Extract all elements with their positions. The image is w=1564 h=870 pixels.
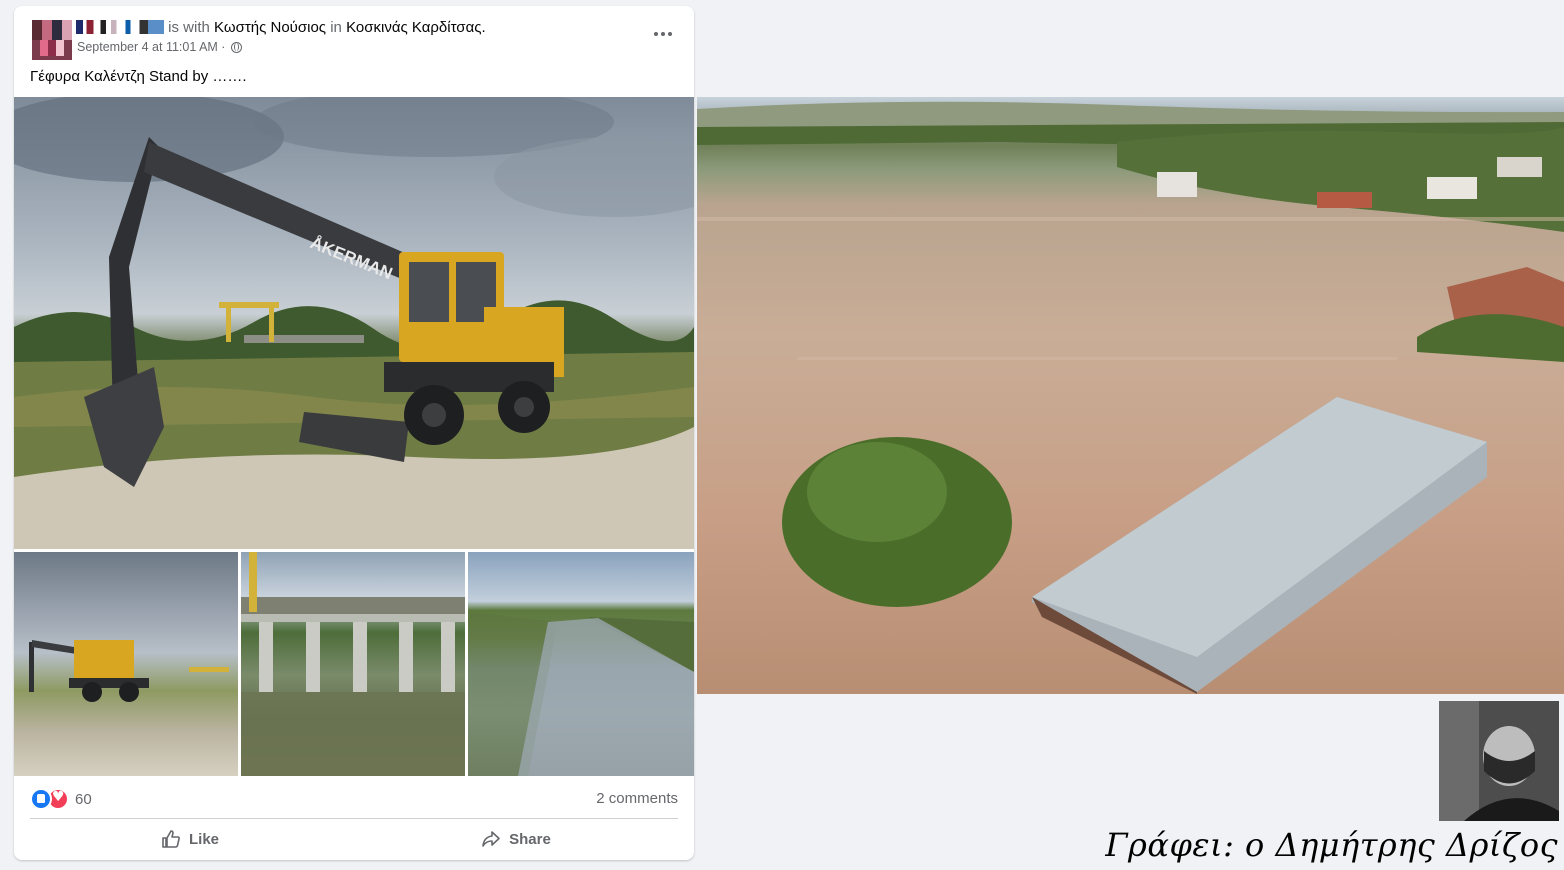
- author-portrait: [1439, 701, 1559, 821]
- dot: [668, 32, 672, 36]
- like-button[interactable]: Like: [30, 822, 350, 856]
- bridge-sluice-photo[interactable]: [241, 552, 465, 776]
- excavator-main-photo[interactable]: ÅKERMAN: [14, 97, 694, 549]
- post-text: Γέφυρα Καλέντζη Stand by …….: [30, 68, 247, 85]
- reactions-summary[interactable]: 60: [30, 788, 92, 810]
- excavator-thumb-illustration: [29, 640, 229, 702]
- author-name-pixelated[interactable]: [76, 20, 164, 34]
- excavator-thumb-photo[interactable]: [14, 552, 238, 776]
- like-icon: [30, 788, 52, 810]
- post-timestamp[interactable]: September 4 at 11:01 AM ·: [77, 40, 225, 54]
- share-arrow-icon: [481, 829, 501, 849]
- comments-link[interactable]: 2 comments: [596, 790, 678, 807]
- reaction-count: 60: [75, 790, 92, 808]
- location-link[interactable]: Κοσκινάς Καρδίτσας: [346, 19, 481, 36]
- flooded-village-photo: [697, 97, 1564, 694]
- flood-illustration: [697, 101, 1564, 694]
- author-caption: Γράφει: ο Δημήτρης Δρίζος: [1105, 826, 1558, 864]
- share-button[interactable]: Share: [354, 822, 678, 856]
- more-options-icon[interactable]: [646, 22, 680, 46]
- dot: [654, 32, 658, 36]
- with-connector: is with: [168, 19, 210, 36]
- in-connector: in: [330, 19, 342, 36]
- divider: [30, 818, 678, 819]
- location-suffix: .: [481, 19, 486, 36]
- like-label: Like: [188, 830, 219, 848]
- share-label: Share: [509, 830, 551, 848]
- river-channel-photo[interactable]: [468, 552, 694, 776]
- globe-icon[interactable]: [230, 42, 242, 53]
- portrait-illustration: [1439, 701, 1559, 821]
- excavator-illustration: ÅKERMAN: [14, 97, 694, 549]
- author-avatar[interactable]: [32, 20, 72, 60]
- dot: [661, 32, 665, 36]
- river-illustration: [468, 612, 694, 776]
- tagged-person-link[interactable]: Κωστής Νούσιος: [214, 19, 326, 36]
- thumbs-up-icon: [161, 829, 181, 849]
- post-meta: September 4 at 11:01 AM ·: [77, 40, 242, 54]
- post-header: is with Κωστής Νούσιος in Κοσκινάς Καρδί…: [76, 19, 486, 36]
- facebook-post: is with Κωστής Νούσιος in Κοσκινάς Καρδί…: [14, 6, 694, 860]
- bridge-illustration: [241, 552, 465, 776]
